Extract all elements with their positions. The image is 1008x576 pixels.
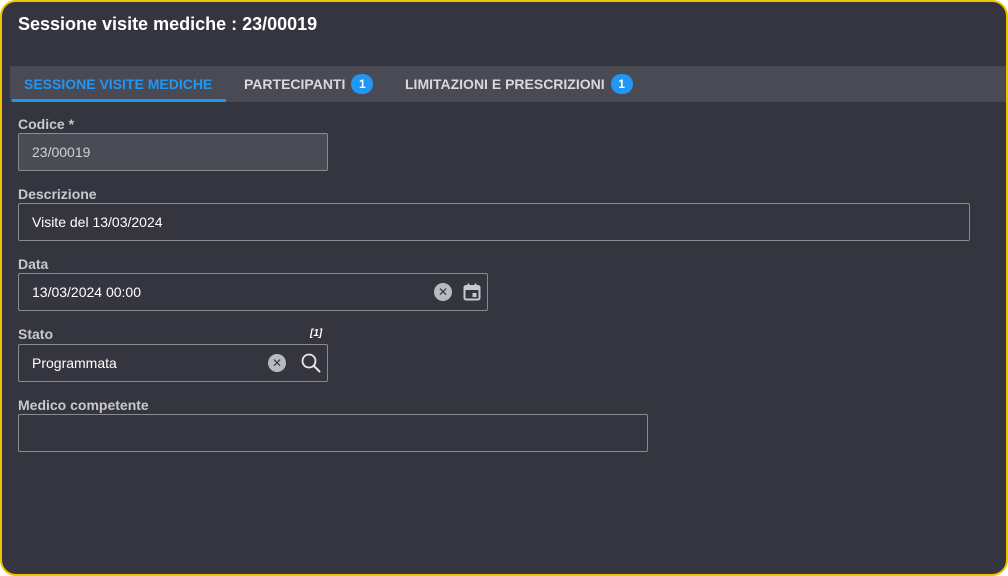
descrizione-label: Descrizione <box>18 186 97 202</box>
tab-limitazioni-e-prescrizioni[interactable]: LIMITAZIONI E PRESCRIZIONI 1 <box>405 66 633 102</box>
descrizione-field[interactable]: Visite del 13/03/2024 <box>18 203 970 241</box>
tab-label: LIMITAZIONI E PRESCRIZIONI <box>405 76 605 92</box>
stato-field[interactable]: Programmata ✕ <box>18 344 328 382</box>
count-badge: 1 <box>351 74 374 94</box>
dialog-frame: Sessione visite mediche : 23/00019 SESSI… <box>0 0 1008 576</box>
codice-label: Codice * <box>18 116 75 132</box>
tab-label: SESSIONE VISITE MEDICHE <box>24 76 213 92</box>
descrizione-value: Visite del 13/03/2024 <box>32 214 163 230</box>
stato-label: Stato <box>18 326 53 342</box>
medico-competente-field[interactable] <box>18 414 648 452</box>
stato-reference-marker: [1] <box>310 328 323 339</box>
active-tab-indicator <box>12 99 227 102</box>
tab-partecipanti[interactable]: PARTECIPANTI 1 <box>244 66 374 102</box>
tab-label: PARTECIPANTI <box>244 76 346 92</box>
page-title: Sessione visite mediche : 23/00019 <box>18 14 318 34</box>
count-badge: 1 <box>610 74 633 94</box>
medico-competente-label: Medico competente <box>18 397 149 413</box>
calendar-icon[interactable] <box>461 281 483 303</box>
tab-bar: SESSIONE VISITE MEDICHE PARTECIPANTI 1 L… <box>10 66 1006 102</box>
codice-value: 23/00019 <box>32 144 91 160</box>
data-field[interactable]: 13/03/2024 00:00 ✕ <box>18 273 488 311</box>
codice-field[interactable]: 23/00019 <box>18 133 328 171</box>
tab-sessione-visite-mediche[interactable]: SESSIONE VISITE MEDICHE <box>12 66 227 102</box>
clear-icon[interactable]: ✕ <box>268 354 286 372</box>
data-value: 13/03/2024 00:00 <box>32 284 141 300</box>
search-icon[interactable] <box>300 352 322 374</box>
clear-icon[interactable]: ✕ <box>434 283 452 301</box>
data-label: Data <box>18 256 49 272</box>
